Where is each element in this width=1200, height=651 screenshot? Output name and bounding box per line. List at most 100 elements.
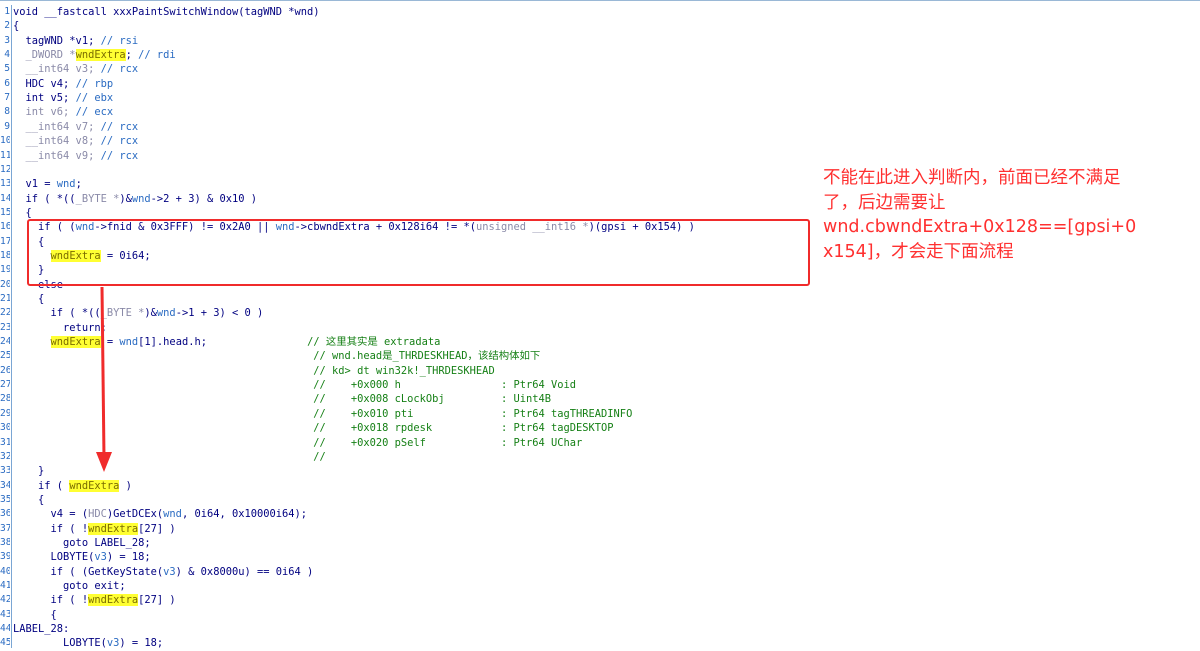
- code-line[interactable]: 8 int v6; // ecx: [0, 105, 1200, 119]
- code-line[interactable]: 1 void __fastcall xxxPaintSwitchWindow(ta…: [0, 5, 1200, 19]
- code-token: {: [13, 608, 57, 621]
- code-line[interactable]: 45 LOBYTE(v3) = 18;: [0, 636, 1200, 650]
- line-number: 44: [0, 623, 10, 635]
- code-comment: // +0x018 rpdesk : Ptr64 tagDESKTOP: [313, 422, 614, 435]
- line-number: 33: [0, 465, 10, 477]
- code-line[interactable]: 22 if ( *((_BYTE *)&wnd->1 + 3) < 0 ): [0, 306, 1200, 320]
- code-line[interactable]: 9 __int64 v7; // rcx: [0, 120, 1200, 134]
- code-line[interactable]: 4 _DWORD *wndExtra; // rdi: [0, 48, 1200, 62]
- code-line[interactable]: 42 if ( !wndExtra[27] ): [0, 593, 1200, 607]
- line-text: // wnd.head是_THRDESKHEAD，该结构体如下: [13, 349, 540, 363]
- code-line[interactable]: 32 //: [0, 450, 1200, 464]
- line-number: 34: [0, 479, 10, 491]
- code-token: goto LABEL_28;: [13, 536, 151, 549]
- code-line[interactable]: 30 // +0x018 rpdesk : Ptr64 tagDESKTOP: [0, 421, 1200, 435]
- code-token: HDC: [88, 508, 107, 521]
- line-number: 42: [0, 594, 10, 606]
- annotation-line-2: 了，后边需要让: [823, 192, 946, 213]
- code-token: wnd: [156, 307, 176, 320]
- line-number: 20: [0, 278, 10, 290]
- code-token: LABEL_28:: [13, 623, 70, 636]
- line-text: tagWND *v1; // rsi: [13, 34, 139, 48]
- line-number: 16: [0, 221, 10, 233]
- code-token: LOBYTE(: [13, 637, 107, 650]
- code-line[interactable]: 7 int v5; // ebx: [0, 91, 1200, 105]
- line-text: LOBYTE(v3) = 18;: [13, 636, 163, 650]
- code-line[interactable]: 43 {: [0, 608, 1200, 622]
- code-line[interactable]: 11 __int64 v9; // rcx: [0, 149, 1200, 163]
- line-number: 31: [0, 436, 10, 448]
- code-token: if ( !: [13, 594, 89, 607]
- code-token: // rbp: [75, 77, 114, 90]
- code-token: ) = 18;: [106, 551, 151, 564]
- line-number: 25: [0, 350, 10, 362]
- code-line[interactable]: 33 }: [0, 464, 1200, 478]
- code-token: v3: [106, 637, 120, 650]
- line-number: 35: [0, 493, 10, 505]
- code-line[interactable]: 25 // wnd.head是_THRDESKHEAD，该结构体如下: [0, 349, 1200, 363]
- annotation-line-1: 不能在此进入判断内，前面已经不满足: [823, 168, 1121, 188]
- line-number: 29: [0, 407, 10, 419]
- code-token: if ( (GetKeyState(: [13, 565, 164, 578]
- line-text: // +0x000 h : Ptr64 Void: [13, 378, 576, 392]
- code-line[interactable]: 10 __int64 v8; // rcx: [0, 134, 1200, 148]
- pseudocode-view[interactable]: 1 void __fastcall xxxPaintSwitchWindow(ta…: [0, 0, 1200, 650]
- line-text: HDC v4; // rbp: [13, 77, 114, 91]
- code-token: wnd: [163, 508, 182, 521]
- code-line[interactable]: 38 goto LABEL_28;: [0, 536, 1200, 550]
- line-text: LOBYTE(v3) = 18;: [13, 550, 151, 564]
- line-number: 4: [4, 49, 10, 61]
- line-number: 9: [4, 120, 10, 132]
- code-comment: // 这里其实是 extradata: [307, 336, 441, 349]
- code-token: ): [119, 479, 132, 492]
- code-token: // rcx: [100, 120, 139, 133]
- code-token: ) = 18;: [119, 637, 164, 650]
- code-line[interactable]: 5 __int64 v3; // rcx: [0, 62, 1200, 76]
- line-text: void __fastcall xxxPaintSwitchWindow(tag…: [13, 5, 320, 19]
- line-text: if ( wndExtra ): [13, 479, 132, 493]
- line-text: goto exit;: [13, 579, 126, 593]
- line-text: if ( *((_BYTE *)&wnd->2 + 3) & 0x10 ): [13, 192, 258, 206]
- code-line[interactable]: 28 // +0x008 cLockObj : Uint4B: [0, 392, 1200, 406]
- code-line[interactable]: 31 // +0x020 pSelf : Ptr64 UChar: [0, 436, 1200, 450]
- code-token: if ( !: [13, 522, 89, 535]
- code-line[interactable]: 27 // +0x000 h : Ptr64 Void: [0, 378, 1200, 392]
- code-comment: // wnd.head是_THRDESKHEAD，该结构体如下: [313, 350, 541, 363]
- code-line[interactable]: 36 v4 = (HDC)GetDCEx(wnd, 0i64, 0x10000i…: [0, 507, 1200, 521]
- code-line[interactable]: 23 return;: [0, 321, 1200, 335]
- code-line[interactable]: 2{: [0, 19, 1200, 33]
- code-line[interactable]: 41 goto exit;: [0, 579, 1200, 593]
- code-line[interactable]: 40 if ( (GetKeyState(v3) & 0x8000u) == 0…: [0, 565, 1200, 579]
- code-line[interactable]: 24 wndExtra = wnd[1].head.h; // 这里其实是 ex…: [0, 335, 1200, 349]
- line-text: }: [13, 464, 44, 478]
- code-line[interactable]: 39 LOBYTE(v3) = 18;: [0, 550, 1200, 564]
- line-text: // +0x010 pti : Ptr64 tagTHREADINFO: [13, 407, 632, 421]
- code-token: =: [100, 336, 120, 349]
- code-token: ->1 + 3) < 0 ): [175, 307, 264, 320]
- code-token: _BYTE *: [100, 307, 145, 320]
- highlighted-identifier: wndExtra: [88, 522, 139, 535]
- line-number: 24: [0, 336, 10, 348]
- code-line[interactable]: 26 // kd> dt win32k!_THRDESKHEAD: [0, 364, 1200, 378]
- code-token: ) & 0x8000u) == 0i64 ): [175, 565, 314, 578]
- code-line[interactable]: 29 // +0x010 pti : Ptr64 tagTHREADINFO: [0, 407, 1200, 421]
- code-token: // rsi: [100, 34, 139, 47]
- code-line[interactable]: 35 {: [0, 493, 1200, 507]
- code-line[interactable]: 34 if ( wndExtra ): [0, 479, 1200, 493]
- code-token: // rdi: [138, 49, 176, 62]
- code-line[interactable]: 44 LABEL_28:: [0, 622, 1200, 636]
- code-line[interactable]: 21 {: [0, 292, 1200, 306]
- code-line[interactable]: 6 HDC v4; // rbp: [0, 77, 1200, 91]
- code-token: // rcx: [100, 135, 139, 148]
- line-number: 10: [0, 135, 10, 147]
- code-line[interactable]: 3 tagWND *v1; // rsi: [0, 34, 1200, 48]
- code-token: if (: [13, 479, 70, 492]
- code-line[interactable]: 37 if ( !wndExtra[27] ): [0, 522, 1200, 536]
- line-number: 27: [0, 379, 10, 391]
- code-token: ;: [75, 178, 82, 191]
- line-number: 21: [0, 293, 10, 304]
